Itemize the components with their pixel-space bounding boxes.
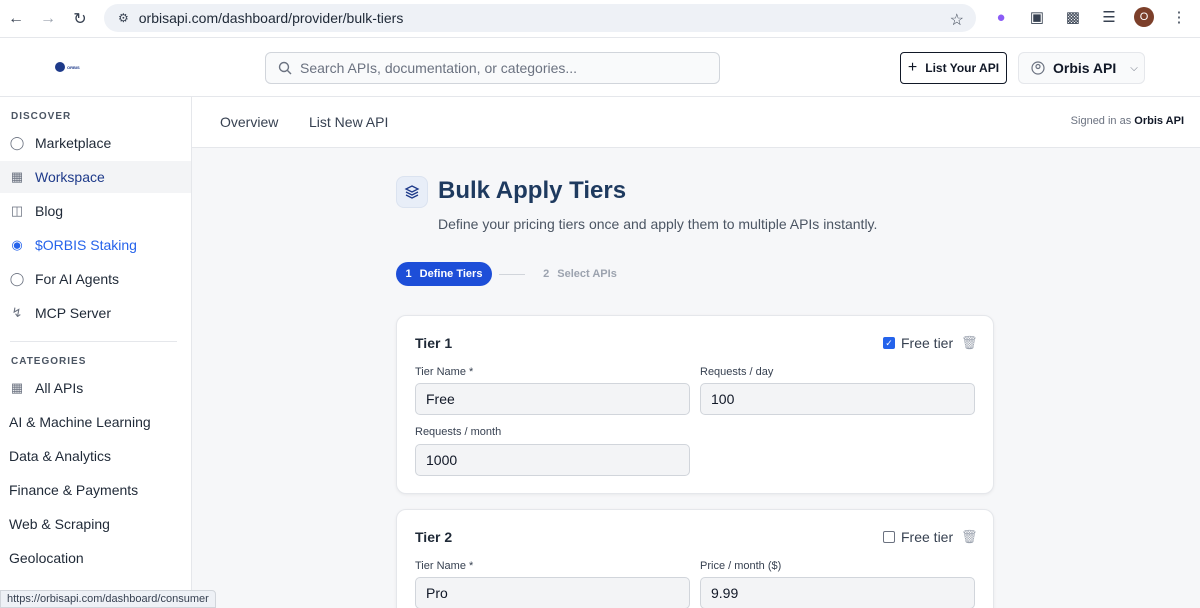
page-subtitle: Define your pricing tiers once and apply… — [438, 216, 878, 232]
globe-icon: ◯ — [9, 271, 25, 286]
sidebar-section-categories: CATEGORIES — [11, 356, 87, 367]
tier-title: Tier 1 — [415, 335, 453, 351]
sidebar-item-data-analytics[interactable]: Data & Analytics — [0, 440, 191, 472]
price-per-month-field[interactable]: 9.99 — [700, 577, 975, 608]
sidebar: DISCOVER ◯ Marketplace ▦ Workspace ◫ Blo… — [0, 97, 192, 608]
tab-search-icon[interactable]: ▩ — [1062, 6, 1084, 28]
sidebar-item-workspace[interactable]: ▦ Workspace — [0, 161, 191, 193]
sidebar-item-marketplace[interactable]: ◯ Marketplace — [0, 127, 191, 159]
step-connector — [499, 274, 525, 275]
coins-icon: ◉ — [11, 237, 23, 252]
reload-button[interactable]: ↻ — [66, 5, 94, 33]
free-tier-checkbox[interactable]: Free tier — [883, 529, 953, 545]
field-label: Requests / day — [700, 366, 774, 378]
sidebar-item-web-scraping[interactable]: Web & Scraping — [0, 508, 191, 540]
orbis-logo[interactable]: ORBIS — [55, 62, 80, 72]
grid-icon: ▦ — [10, 380, 24, 395]
site-settings-icon[interactable]: ⚙ — [118, 11, 129, 25]
requests-per-day-field[interactable]: 100 — [700, 383, 975, 415]
puzzle-icon[interactable]: ▣ — [1026, 6, 1048, 28]
forward-button[interactable]: → — [34, 5, 62, 33]
step-define-tiers[interactable]: 1 Define Tiers — [396, 262, 492, 286]
bolt-icon: ↯ — [11, 305, 23, 320]
back-button[interactable]: ← — [2, 5, 30, 33]
layers-icon — [396, 176, 428, 208]
list-your-api-button[interactable]: + List Your API — [900, 52, 1007, 84]
trash-icon[interactable]: 🗑 — [961, 335, 978, 351]
bookmark-star-icon[interactable]: ☆ — [950, 10, 964, 30]
media-control-icon[interactable]: ☰ — [1098, 6, 1120, 28]
signed-in-status: Signed in as Orbis API — [1070, 115, 1184, 127]
book-icon: ◫ — [10, 203, 24, 218]
tier-name-field[interactable]: Free — [415, 383, 690, 415]
browser-toolbar: ← → ↻ ⚙ orbisapi.com/dashboard/provider/… — [0, 0, 1200, 38]
step-select-apis[interactable]: 2 Select APIs — [532, 262, 628, 286]
app-header: ORBIS + List Your API Orbis API ⌵ — [0, 38, 1200, 97]
extensions-area: ● ▣ ▩ ☰ O ⋮ — [990, 6, 1190, 28]
globe-icon: ◯ — [9, 135, 25, 150]
requests-per-month-field[interactable]: 1000 — [415, 444, 690, 476]
field-label: Tier Name * — [415, 560, 474, 572]
chevron-down-icon: ⌵ — [1130, 62, 1138, 74]
sidebar-item-ai-agents[interactable]: ◯ For AI Agents — [0, 263, 191, 295]
sidebar-item-finance[interactable]: Finance & Payments — [0, 474, 191, 506]
sidebar-item-mcp-server[interactable]: ↯ MCP Server — [0, 297, 191, 329]
search-bar[interactable] — [265, 52, 720, 84]
sub-navigation: Overview List New API Signed in as Orbis… — [192, 97, 1200, 148]
url-text: orbisapi.com/dashboard/provider/bulk-tie… — [138, 10, 404, 26]
tab-overview[interactable]: Overview — [220, 114, 278, 130]
sidebar-item-all-apis[interactable]: ▦ All APIs — [0, 372, 191, 404]
tier-title: Tier 2 — [415, 529, 453, 545]
user-icon — [1031, 61, 1045, 75]
trash-icon[interactable]: 🗑 — [961, 529, 978, 545]
menu-dots-icon[interactable]: ⋮ — [1168, 6, 1190, 28]
tier-name-field[interactable]: Pro — [415, 577, 690, 608]
sidebar-item-geolocation[interactable]: Geolocation — [0, 542, 191, 574]
sidebar-item-ai-ml[interactable]: AI & Machine Learning — [0, 406, 191, 438]
tab-list-new-api[interactable]: List New API — [309, 114, 388, 130]
tier-card: Tier 1 ✓ Free tier 🗑 Tier Name * Free Re… — [396, 315, 994, 494]
field-label: Price / month ($) — [700, 560, 782, 572]
grid-icon: ▦ — [10, 169, 24, 184]
status-bar-url: https://orbisapi.com/dashboard/consumer — [0, 590, 216, 608]
extension-icon[interactable]: ● — [990, 6, 1012, 28]
page-title: Bulk Apply Tiers — [438, 177, 627, 204]
main-content: Bulk Apply Tiers Define your pricing tie… — [192, 148, 1200, 608]
checkbox-checked[interactable]: ✓ — [883, 337, 895, 349]
search-icon — [278, 61, 292, 75]
account-menu[interactable]: Orbis API ⌵ — [1018, 52, 1145, 84]
tier-card: Tier 2 Free tier 🗑 Tier Name * Pro Price… — [396, 509, 994, 608]
plus-icon: + — [907, 59, 918, 76]
field-label: Requests / month — [415, 426, 502, 438]
profile-avatar[interactable]: O — [1134, 7, 1154, 27]
checkbox-unchecked[interactable] — [883, 531, 895, 543]
search-input[interactable] — [300, 60, 700, 76]
field-label: Tier Name * — [415, 366, 474, 378]
sidebar-item-blog[interactable]: ◫ Blog — [0, 195, 191, 227]
free-tier-checkbox[interactable]: ✓ Free tier — [883, 335, 953, 351]
logo-mark-icon — [55, 62, 65, 72]
sidebar-section-discover: DISCOVER — [11, 111, 72, 122]
sidebar-item-staking[interactable]: ◉ $ORBIS Staking — [0, 229, 191, 261]
address-bar[interactable]: ⚙ orbisapi.com/dashboard/provider/bulk-t… — [104, 4, 976, 32]
